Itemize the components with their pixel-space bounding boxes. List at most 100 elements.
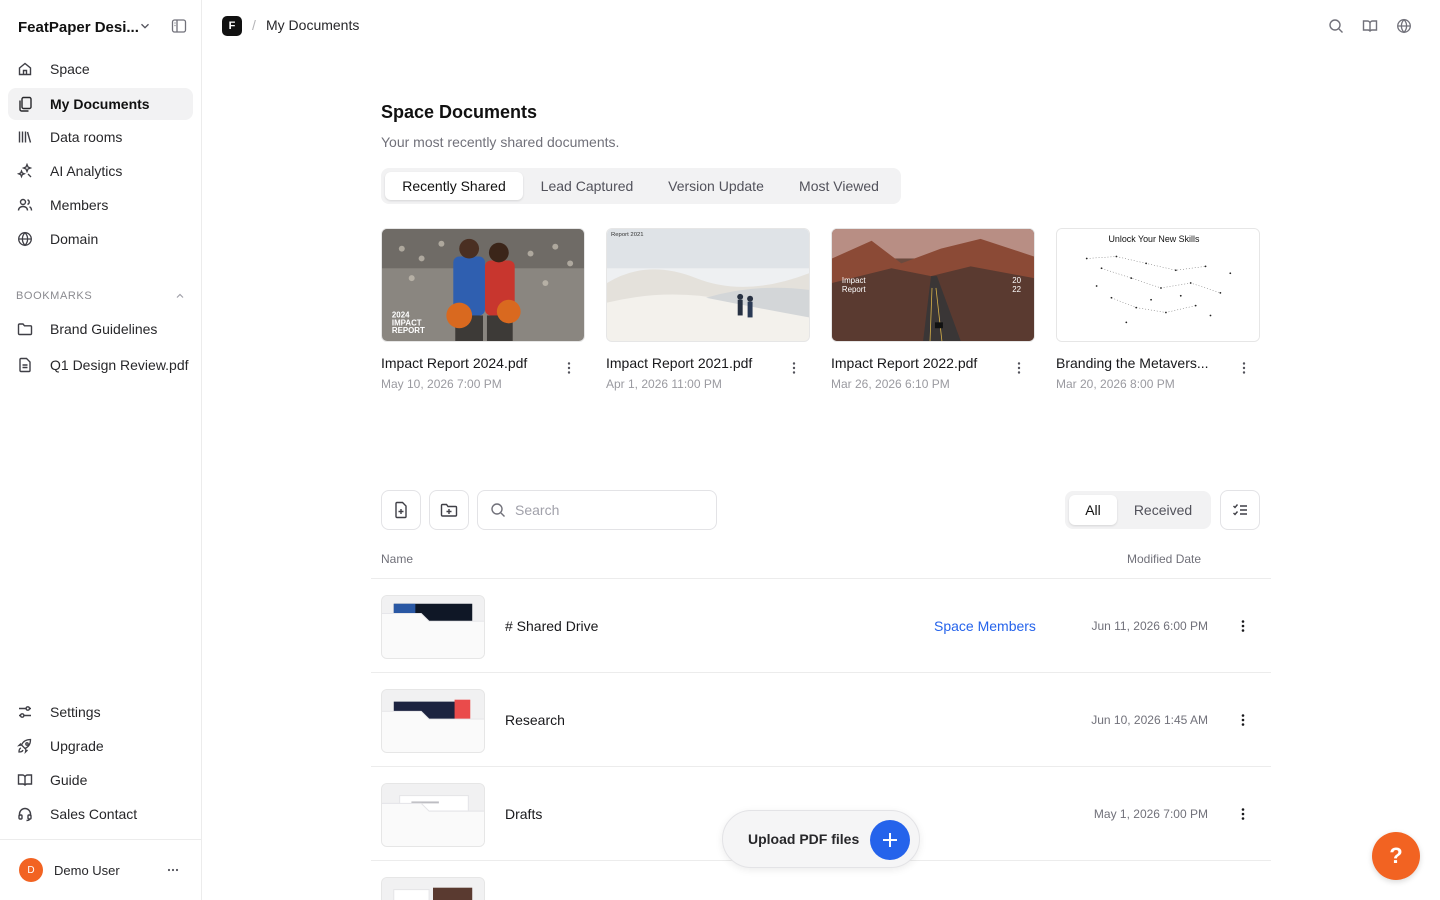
document-thumbnail[interactable]: Impact Report 20 22 bbox=[831, 228, 1035, 342]
plus-icon[interactable] bbox=[870, 820, 910, 860]
document-date: May 10, 2026 7:00 PM bbox=[381, 377, 502, 391]
book-open-icon[interactable] bbox=[1362, 18, 1378, 34]
file-plus-icon bbox=[395, 501, 407, 519]
more-vertical-icon[interactable] bbox=[1235, 618, 1251, 634]
more-vertical-icon[interactable] bbox=[1011, 360, 1027, 376]
sidebar-item-label: Space bbox=[50, 61, 90, 77]
sidebar-item-sales-contact[interactable]: Sales Contact bbox=[8, 798, 193, 830]
document-card[interactable]: 2024 IMPACT REPORT Impact Report 2024.pd… bbox=[381, 228, 585, 398]
bookmarks-header[interactable]: BOOKMARKS bbox=[16, 289, 186, 303]
document-thumbnail[interactable]: 2024 IMPACT REPORT bbox=[381, 228, 585, 342]
help-button[interactable]: ? bbox=[1372, 832, 1420, 880]
new-file-button[interactable] bbox=[381, 490, 421, 530]
upload-label: Upload PDF files bbox=[748, 831, 860, 847]
topbar: F / My Documents bbox=[202, 0, 1440, 52]
sidebar-item-label: Upgrade bbox=[50, 738, 104, 754]
sidebar-item-upgrade[interactable]: Upgrade bbox=[8, 730, 193, 762]
sidebar-item-ai-analytics[interactable]: AI Analytics bbox=[8, 155, 193, 187]
divider bbox=[0, 839, 201, 840]
bookmark-q1-design-review[interactable]: Q1 Design Review.pdf bbox=[8, 349, 193, 381]
globe-icon bbox=[17, 231, 33, 247]
brand-logo[interactable]: F bbox=[222, 16, 242, 36]
folder-plus-icon bbox=[440, 503, 458, 517]
column-header-name[interactable]: Name bbox=[381, 552, 413, 566]
table-row[interactable]: Research Jun 10, 2026 1:45 AM bbox=[371, 673, 1271, 767]
more-vertical-icon[interactable] bbox=[786, 360, 802, 376]
document-card[interactable]: Unlock Your New Skills Branding the Meta… bbox=[1056, 228, 1260, 398]
tab-most-viewed[interactable]: Most Viewed bbox=[783, 172, 895, 200]
user-name: Demo User bbox=[54, 862, 120, 878]
sidebar-item-members[interactable]: Members bbox=[8, 189, 193, 221]
breadcrumb-separator: / bbox=[252, 17, 256, 33]
sidebar-item-label: My Documents bbox=[50, 96, 150, 112]
sparkles-icon bbox=[17, 163, 33, 179]
sidebar-item-label: Sales Contact bbox=[50, 806, 138, 822]
thumb-text: REPORT bbox=[392, 326, 425, 335]
more-horizontal-icon[interactable] bbox=[165, 862, 181, 878]
avatar: D bbox=[19, 858, 43, 882]
chevron-down-icon[interactable] bbox=[138, 19, 152, 33]
globe-icon[interactable] bbox=[1396, 18, 1412, 34]
folder-icon bbox=[17, 321, 33, 337]
sidebar-collapse-icon[interactable] bbox=[171, 18, 187, 34]
document-thumbnail[interactable]: Report 2021 bbox=[606, 228, 810, 342]
sidebar-item-label: AI Analytics bbox=[50, 163, 123, 179]
document-thumbnail[interactable]: Unlock Your New Skills bbox=[1056, 228, 1260, 342]
document-name[interactable]: Branding the Metavers... bbox=[1056, 355, 1226, 371]
more-vertical-icon[interactable] bbox=[561, 360, 577, 376]
filter-toggle: All Received bbox=[1065, 491, 1211, 529]
document-card[interactable]: Report 2021 Impact Report 2021.pdf Apr 1… bbox=[606, 228, 810, 398]
sidebar-item-data-rooms[interactable]: Data rooms bbox=[8, 121, 193, 153]
search-icon bbox=[491, 503, 505, 517]
row-name[interactable]: Research bbox=[505, 712, 565, 728]
sidebar-item-my-documents[interactable]: My Documents bbox=[8, 88, 193, 120]
more-vertical-icon[interactable] bbox=[1235, 712, 1251, 728]
document-name[interactable]: Impact Report 2022.pdf bbox=[831, 355, 1001, 371]
new-folder-button[interactable] bbox=[429, 490, 469, 530]
column-header-modified[interactable]: Modified Date bbox=[1127, 552, 1201, 566]
search-icon[interactable] bbox=[1328, 18, 1344, 34]
book-icon bbox=[17, 772, 33, 788]
sidebar-item-guide[interactable]: Guide bbox=[8, 764, 193, 796]
thumb-text: 20 bbox=[1012, 276, 1021, 285]
user-menu[interactable]: D Demo User bbox=[19, 858, 189, 882]
bookmark-brand-guidelines[interactable]: Brand Guidelines bbox=[8, 313, 193, 345]
document-card[interactable]: Impact Report 20 22 Impact Report 2022.p… bbox=[831, 228, 1035, 398]
tab-recently-shared[interactable]: Recently Shared bbox=[385, 172, 523, 200]
document-date: Mar 20, 2026 8:00 PM bbox=[1056, 377, 1175, 391]
workspace-switcher[interactable]: FeatPaper Desi... bbox=[18, 17, 190, 37]
filter-received[interactable]: Received bbox=[1121, 495, 1205, 525]
row-name[interactable]: Drafts bbox=[505, 806, 542, 822]
folder-thumbnail bbox=[381, 689, 485, 753]
filter-all[interactable]: All bbox=[1069, 495, 1117, 525]
thumb-text: Impact bbox=[842, 276, 867, 285]
table-row[interactable]: # Shared Drive Space Members Jun 11, 202… bbox=[371, 579, 1271, 673]
more-vertical-icon[interactable] bbox=[1236, 360, 1252, 376]
thumb-text: Unlock Your New Skills bbox=[1108, 234, 1200, 244]
sidebar-item-domain[interactable]: Domain bbox=[8, 223, 193, 255]
sidebar-item-label: Settings bbox=[50, 704, 101, 720]
home-icon bbox=[17, 61, 33, 77]
rocket-icon bbox=[17, 738, 33, 754]
upload-pdf-button[interactable]: Upload PDF files bbox=[722, 810, 920, 868]
sharing-tag[interactable]: Space Members bbox=[934, 618, 1036, 634]
sidebar-item-settings[interactable]: Settings bbox=[8, 696, 193, 728]
more-vertical-icon[interactable] bbox=[1235, 806, 1251, 822]
settings-icon bbox=[17, 704, 33, 720]
breadcrumb: My Documents bbox=[266, 17, 360, 33]
document-date: Mar 26, 2026 6:10 PM bbox=[831, 377, 950, 391]
tab-version-update[interactable]: Version Update bbox=[651, 172, 781, 200]
select-mode-button[interactable] bbox=[1220, 490, 1260, 530]
folder-thumbnail bbox=[381, 783, 485, 847]
document-name[interactable]: Impact Report 2024.pdf bbox=[381, 355, 551, 371]
tab-lead-captured[interactable]: Lead Captured bbox=[525, 172, 649, 200]
row-date: May 1, 2026 7:00 PM bbox=[1093, 807, 1208, 821]
document-name[interactable]: Impact Report 2021.pdf bbox=[606, 355, 776, 371]
search-box[interactable] bbox=[477, 490, 717, 530]
section-subtitle: Your most recently shared documents. bbox=[381, 134, 620, 150]
row-name[interactable]: # Shared Drive bbox=[505, 618, 598, 634]
tab-bar: Recently Shared Lead Captured Version Up… bbox=[381, 168, 901, 204]
search-input[interactable] bbox=[515, 502, 695, 518]
chevron-up-icon[interactable] bbox=[174, 290, 186, 302]
sidebar-item-space[interactable]: Space bbox=[8, 53, 193, 85]
